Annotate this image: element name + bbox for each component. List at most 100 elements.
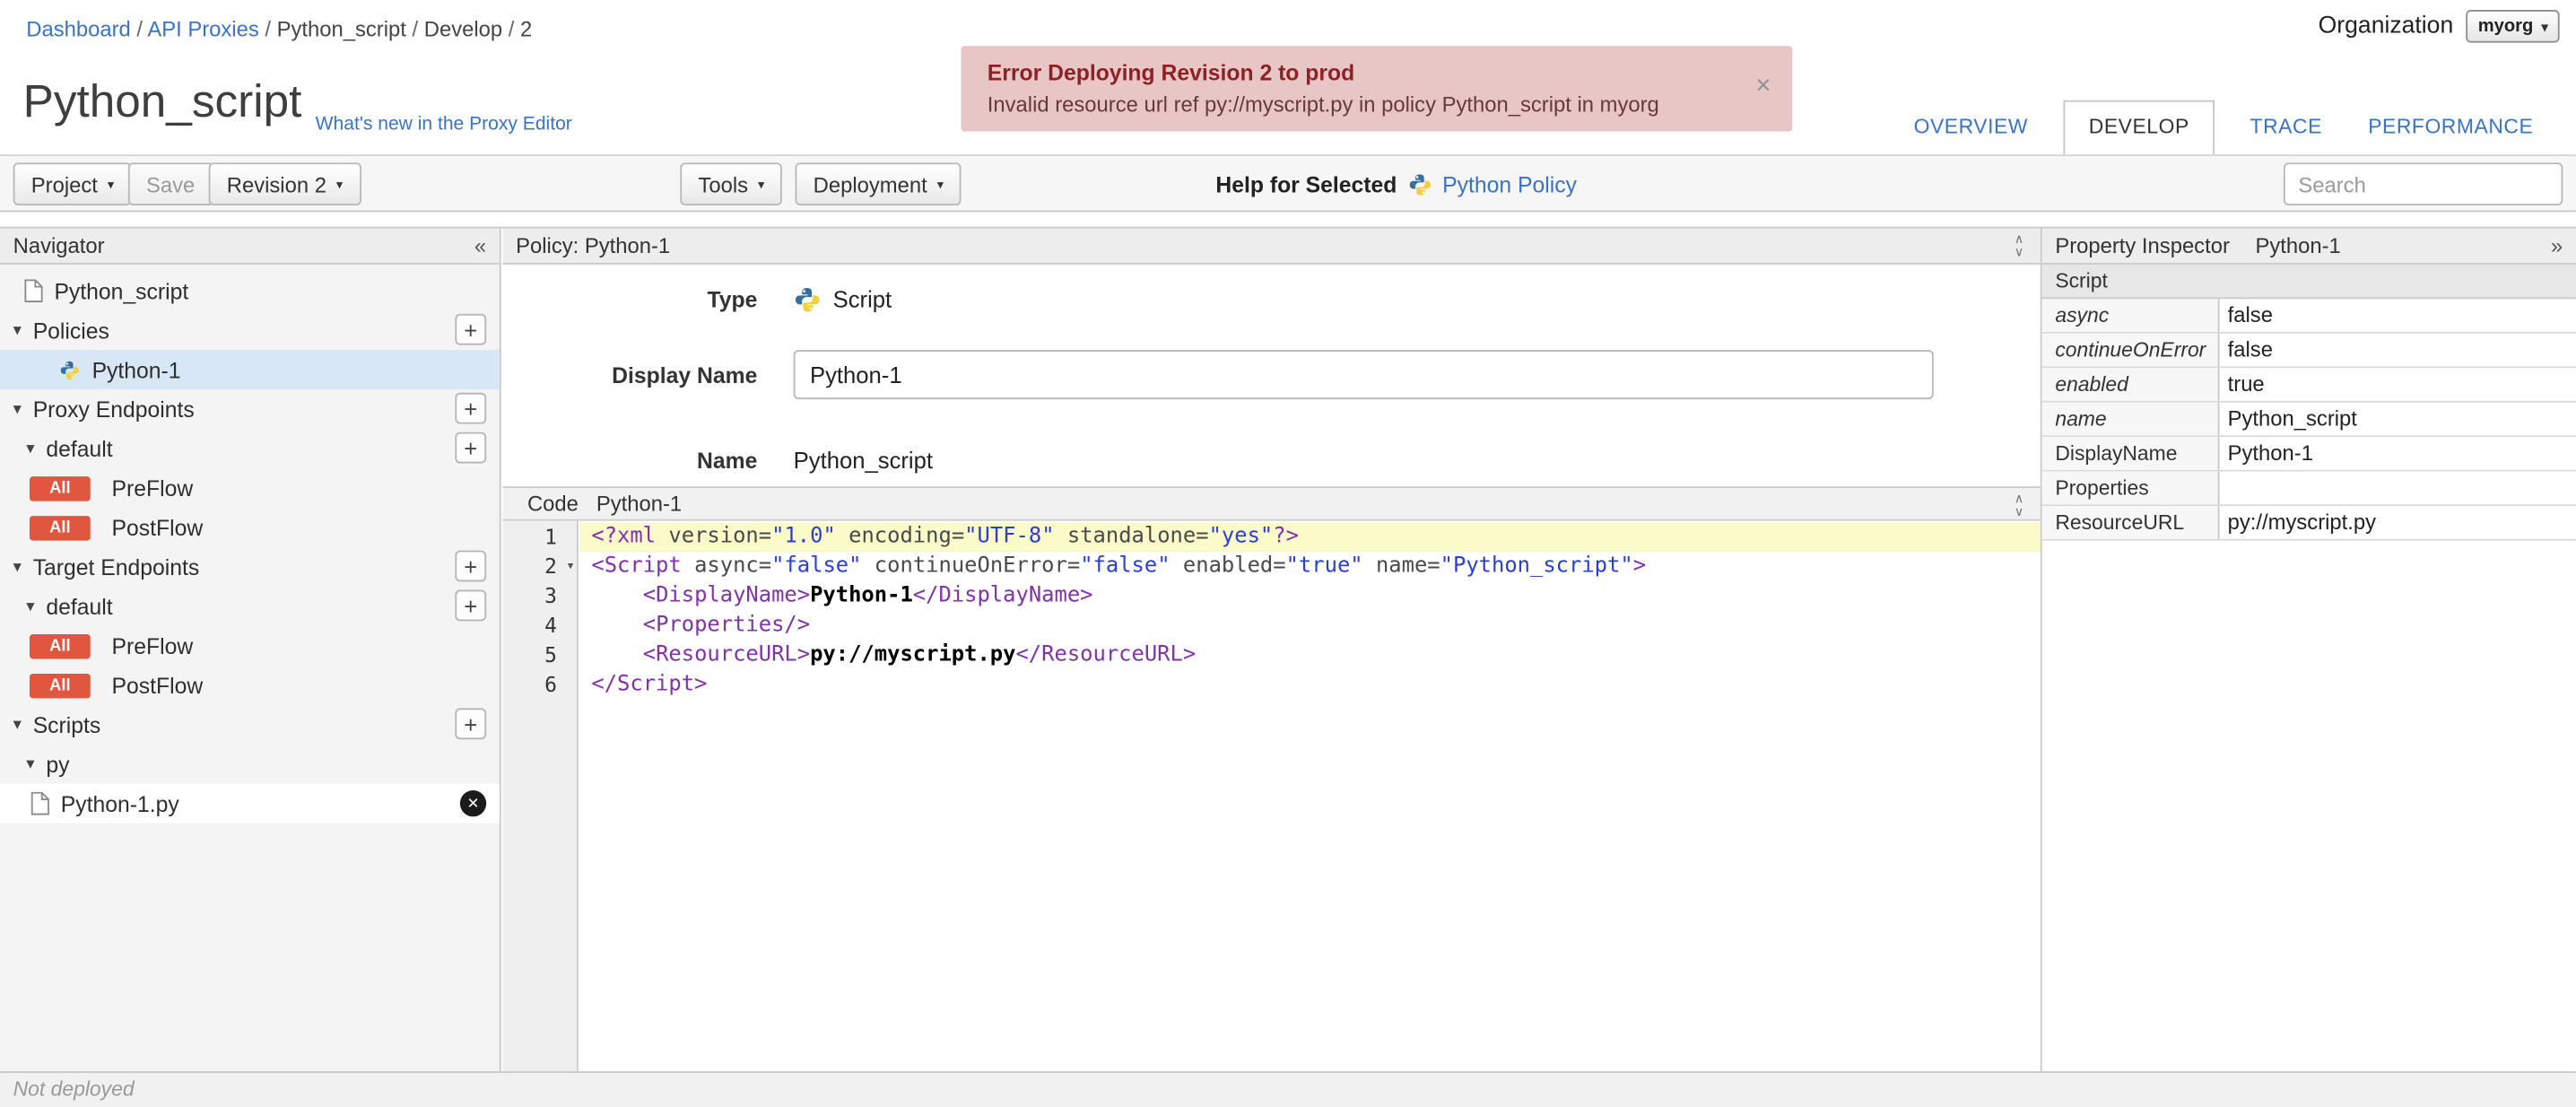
code-label: Code xyxy=(527,491,579,517)
nav-item-label: py xyxy=(46,751,70,777)
code-line[interactable]: <?xml version="1.0" encoding="UTF-8" sta… xyxy=(579,522,2041,553)
display-name-label: Display Name xyxy=(612,362,758,388)
nav-section-policies[interactable]: ▾ Policies + xyxy=(0,310,500,350)
add-proxy-flow-button[interactable]: + xyxy=(455,431,487,464)
line-number: 5 xyxy=(544,642,557,667)
delete-script-icon[interactable]: ✕ xyxy=(459,789,487,817)
expand-collapse-icon[interactable]: ∧ ∨ xyxy=(2014,232,2024,260)
nav-item-script-file[interactable]: Python-1.py ✕ xyxy=(0,783,500,824)
tools-button[interactable]: Tools ▾ xyxy=(680,162,783,205)
nav-section-proxy-endpoints[interactable]: ▾ Proxy Endpoints + xyxy=(0,389,500,429)
tab-bar: OVERVIEW DEVELOP TRACE PERFORMANCE xyxy=(1891,100,2556,155)
flow-badge: All xyxy=(29,515,91,540)
nav-item-proxy-preflow[interactable]: All PreFlow xyxy=(0,468,500,508)
property-row-async: async false xyxy=(2041,299,2576,334)
chevron-down-icon: ∨ xyxy=(2014,244,2024,260)
add-target-flow-button[interactable]: + xyxy=(455,589,487,622)
caret-down-icon: ▾ xyxy=(13,715,22,734)
policy-panel-header: Policy: Python-1 ∧ ∨ xyxy=(502,228,2041,265)
add-script-button[interactable]: + xyxy=(455,708,487,740)
code-line[interactable]: <ResourceURL>py://myscript.py</ResourceU… xyxy=(580,641,2041,670)
property-value[interactable]: true xyxy=(2219,368,2575,401)
whats-new-link[interactable]: What's new in the Proxy Editor xyxy=(316,115,572,135)
property-row-ResourceURL: ResourceURL py://myscript.py xyxy=(2041,506,2576,541)
property-value[interactable]: false xyxy=(2219,334,2575,367)
code-editor[interactable]: 1 2 ▾ 3 4 5 6 <?xml version="1.0" encoding="UT… xyxy=(502,520,2041,1072)
add-policy-button[interactable]: + xyxy=(455,313,487,345)
breadcrumb-item[interactable]: API Proxies xyxy=(147,16,258,40)
breadcrumb-item[interactable]: Dashboard xyxy=(26,16,131,40)
breadcrumb: Dashboard / API Proxies / Python_script … xyxy=(26,16,532,40)
nav-item-proxy-default[interactable]: ▾ default + xyxy=(0,429,500,468)
close-icon[interactable]: × xyxy=(1755,73,1771,102)
policy-type-row: Type Script xyxy=(502,279,892,318)
code-line[interactable]: <DisplayName>Python-1</DisplayName> xyxy=(580,581,2041,611)
display-name-input[interactable] xyxy=(793,350,1934,400)
organization-value: myorg xyxy=(2477,16,2534,37)
type-label: Type xyxy=(707,286,758,312)
nav-item-proxy-root[interactable]: Python_script xyxy=(0,271,500,310)
tab-performance[interactable]: PERFORMANCE xyxy=(2345,115,2556,154)
caret-down-icon: ▾ xyxy=(26,754,35,773)
save-button[interactable]: Save xyxy=(127,162,213,205)
python-policy-link[interactable]: Python Policy xyxy=(1442,156,1577,214)
file-icon xyxy=(30,791,49,815)
revision-button[interactable]: Revision 2 ▾ xyxy=(208,162,361,205)
property-value[interactable]: Python-1 xyxy=(2219,437,2575,470)
property-value[interactable]: false xyxy=(2219,299,2575,332)
nav-item-label: PostFlow xyxy=(111,673,204,698)
nav-item-target-postflow[interactable]: All PostFlow xyxy=(0,666,500,705)
nav-item-label: PreFlow xyxy=(111,475,194,501)
expand-collapse-icon[interactable]: ∧ ∨ xyxy=(2015,492,2024,519)
nav-section-scripts[interactable]: ▾ Scripts + xyxy=(0,705,500,745)
nav-item-policy-python-1[interactable]: Python-1 xyxy=(0,350,500,390)
caret-down-icon: ▾ xyxy=(13,557,22,576)
nav-item-proxy-postflow[interactable]: All PostFlow xyxy=(0,508,500,547)
error-banner-message: Invalid resource url ref py://myscript.p… xyxy=(987,92,1659,118)
error-banner-title: Error Deploying Revision 2 to prod xyxy=(987,60,1355,86)
error-banner: Error Deploying Revision 2 to prod Inval… xyxy=(961,46,1793,132)
python-icon xyxy=(794,285,822,313)
nav-item-target-preflow[interactable]: All PreFlow xyxy=(0,626,500,666)
breadcrumb-separator: / xyxy=(405,16,424,41)
caret-down-icon: ▾ xyxy=(26,597,35,615)
property-value[interactable]: py://myscript.py xyxy=(2219,506,2575,539)
breadcrumb-separator: / xyxy=(502,16,520,41)
project-button[interactable]: Project ▾ xyxy=(13,162,133,205)
plus-icon: + xyxy=(464,553,478,580)
tab-trace[interactable]: TRACE xyxy=(2227,115,2345,154)
organization: Organization myorg ▾ xyxy=(2319,9,2560,43)
property-value[interactable]: Python_script xyxy=(2219,403,2575,436)
deployment-button[interactable]: Deployment ▾ xyxy=(795,162,962,205)
tab-overview[interactable]: OVERVIEW xyxy=(1891,115,2051,154)
nav-section-label: Scripts xyxy=(32,711,101,737)
tab-develop[interactable]: DEVELOP xyxy=(2064,100,2215,155)
property-name: enabled xyxy=(2041,368,2220,401)
nav-item-label: default xyxy=(46,594,113,619)
nav-section-label: Policies xyxy=(32,318,109,343)
breadcrumb-separator: / xyxy=(258,16,277,41)
tools-button-label: Tools xyxy=(698,171,749,196)
double-chevron-right-icon[interactable]: » xyxy=(2551,229,2563,265)
code-line[interactable]: </Script> xyxy=(580,670,2041,700)
code-line[interactable]: <Script async="false" continueOnError="f… xyxy=(580,552,2041,581)
add-target-endpoint-button[interactable]: + xyxy=(455,550,487,582)
file-icon xyxy=(23,279,43,303)
add-proxy-endpoint-button[interactable]: + xyxy=(455,392,487,424)
nav-section-target-endpoints[interactable]: ▾ Target Endpoints + xyxy=(0,547,500,587)
nav-folder-py[interactable]: ▾ py xyxy=(0,745,500,784)
header-area: Dashboard / API Proxies / Python_script … xyxy=(0,0,2576,155)
property-value[interactable] xyxy=(2219,472,2575,505)
python-icon xyxy=(1408,172,1432,196)
double-chevron-left-icon[interactable]: « xyxy=(474,229,486,265)
line-number: 4 xyxy=(544,613,557,638)
code-line[interactable]: <Properties/> xyxy=(580,611,2041,641)
save-button-label: Save xyxy=(146,171,196,196)
search-input[interactable] xyxy=(2283,162,2563,205)
project-button-label: Project xyxy=(30,171,98,196)
nav-section-label: Proxy Endpoints xyxy=(32,397,195,422)
fold-icon[interactable]: ▾ xyxy=(566,552,575,581)
nav-item-target-default[interactable]: ▾ default + xyxy=(0,587,500,626)
nav-item-label: PostFlow xyxy=(111,515,204,540)
organization-select[interactable]: myorg ▾ xyxy=(2466,9,2560,43)
